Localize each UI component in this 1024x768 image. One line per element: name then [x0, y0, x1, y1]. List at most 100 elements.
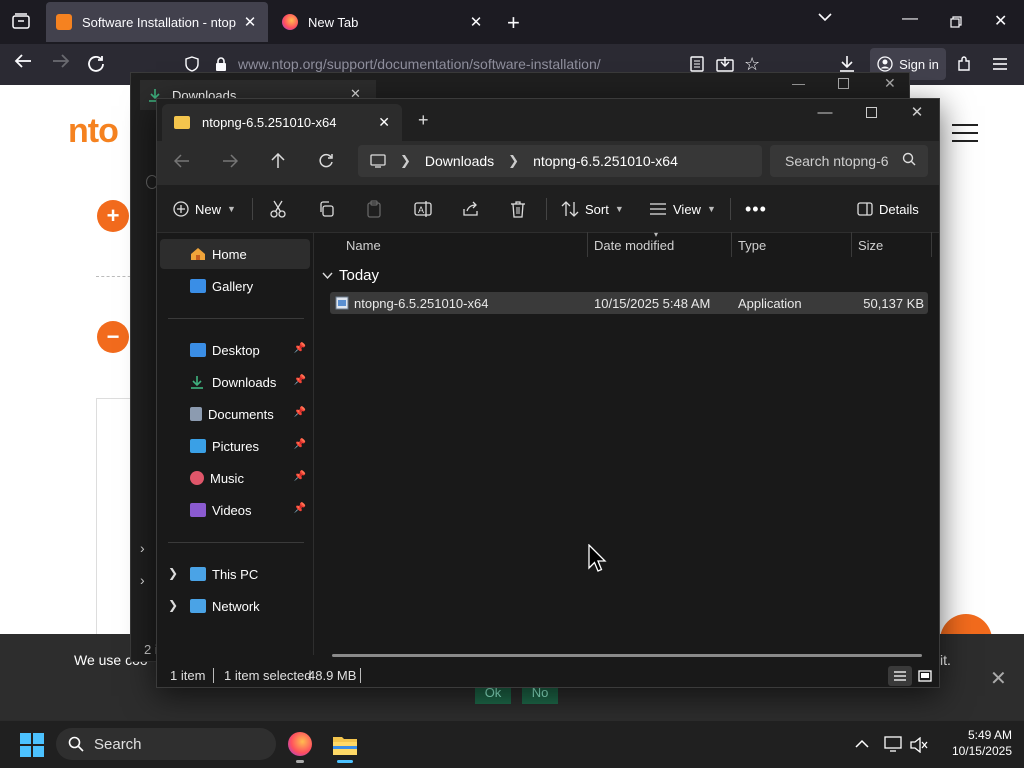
show-hidden-icons-chevron-icon[interactable] — [855, 739, 869, 748]
windows-start-icon[interactable] — [20, 733, 44, 757]
save-to-pocket-icon[interactable] — [716, 56, 734, 72]
nav-item-desktop[interactable]: Desktop 📌 — [160, 335, 310, 365]
cookie-close-icon[interactable]: ✕ — [990, 666, 1007, 691]
explorer-maximize-icon[interactable] — [848, 100, 894, 124]
volume-muted-icon[interactable] — [910, 737, 928, 753]
close-window-icon[interactable]: ✕ — [994, 11, 1007, 31]
bg-minimize-icon[interactable]: — — [792, 76, 805, 91]
list-all-tabs-chevron-icon[interactable] — [818, 12, 832, 22]
column-divider[interactable] — [587, 232, 588, 257]
taskbar-search-input[interactable]: Search — [56, 728, 276, 760]
nav-item-gallery[interactable]: Gallery — [160, 271, 310, 301]
status-separator — [360, 668, 361, 683]
shield-icon[interactable] — [184, 56, 200, 72]
app-menu-icon[interactable] — [992, 58, 1008, 70]
up-arrow-icon[interactable] — [264, 150, 292, 172]
explorer-minimize-icon[interactable]: — — [802, 100, 848, 124]
bg-expand-chevron-icon[interactable]: › — [140, 540, 145, 556]
ntop-logo[interactable]: nto — [68, 112, 119, 151]
lock-icon[interactable] — [214, 56, 228, 72]
cut-button[interactable] — [270, 197, 286, 221]
bg-maximize-icon[interactable] — [838, 78, 849, 89]
breadcrumb-downloads[interactable]: Downloads — [425, 153, 494, 169]
firefox-taskbar-icon[interactable] — [288, 732, 312, 756]
collapse-minus-icon[interactable]: − — [97, 321, 129, 353]
bg-expand-chevron-icon-2[interactable]: › — [140, 572, 145, 588]
expand-chevron-icon[interactable]: ❯ — [168, 598, 178, 612]
share-button[interactable] — [462, 197, 480, 221]
restore-icon[interactable] — [950, 16, 962, 28]
pin-icon[interactable]: 📌 — [294, 439, 306, 450]
pin-icon[interactable]: 📌 — [294, 407, 306, 418]
reload-icon[interactable] — [87, 55, 105, 73]
pin-icon[interactable]: 📌 — [294, 503, 306, 514]
breadcrumb[interactable]: ❯ Downloads ❯ ntopng-6.5.251010-x64 — [358, 145, 762, 177]
breadcrumb-chevron-icon[interactable]: ❯ — [508, 153, 519, 169]
tab-overview-icon[interactable] — [12, 13, 30, 29]
explorer-tab[interactable]: ntopng-6.5.251010-x64 ✕ — [162, 104, 402, 141]
back-arrow-icon[interactable] — [168, 150, 196, 172]
forward-arrow-icon[interactable] — [216, 150, 244, 172]
taskbar-clock[interactable]: 5:49 AM 10/15/2025 — [936, 727, 1012, 759]
new-button[interactable]: New ▼ — [173, 197, 236, 221]
paste-button[interactable] — [366, 197, 382, 221]
sort-button[interactable]: Sort ▼ — [561, 197, 624, 221]
group-header-today[interactable]: Today — [322, 267, 379, 284]
file-explorer-taskbar-icon[interactable] — [332, 734, 358, 756]
column-header-date[interactable]: Date modified — [594, 238, 674, 253]
forward-arrow-icon[interactable] — [52, 53, 70, 69]
column-divider[interactable] — [851, 232, 852, 257]
extensions-icon[interactable] — [956, 56, 972, 72]
network-tray-icon[interactable] — [884, 736, 902, 752]
details-view-button[interactable] — [888, 666, 912, 686]
nav-item-downloads[interactable]: Downloads 📌 — [160, 367, 310, 397]
file-name[interactable]: ntopng-6.5.251010-x64 — [354, 296, 488, 311]
expand-chevron-icon[interactable]: ❯ — [168, 566, 178, 580]
search-input[interactable]: Search ntopng-6 — [770, 145, 928, 177]
close-tab-icon[interactable]: ✕ — [242, 13, 258, 31]
cmd-separator — [546, 198, 547, 220]
nav-item-videos[interactable]: Videos 📌 — [160, 495, 310, 525]
expand-plus-icon[interactable]: + — [97, 200, 129, 232]
close-tab-icon[interactable]: ✕ — [378, 114, 390, 131]
nav-item-home[interactable]: Home — [160, 239, 310, 269]
column-divider[interactable] — [731, 232, 732, 257]
site-menu-icon[interactable] — [952, 124, 978, 144]
breadcrumb-current-folder[interactable]: ntopng-6.5.251010-x64 — [533, 153, 678, 169]
reader-view-icon[interactable] — [690, 56, 704, 72]
refresh-icon[interactable] — [312, 150, 340, 172]
bg-close-icon[interactable]: ✕ — [884, 75, 896, 92]
nav-item-network[interactable]: ❯ Network — [160, 591, 310, 621]
explorer-close-icon[interactable]: ✕ — [894, 100, 940, 124]
column-header-name[interactable]: Name — [346, 238, 381, 253]
downloads-icon[interactable] — [838, 55, 856, 73]
nav-item-documents[interactable]: Documents 📌 — [160, 399, 310, 429]
details-pane-button[interactable]: Details — [857, 197, 919, 221]
browser-tab-new-tab[interactable]: New Tab ✕ — [272, 0, 494, 44]
more-options-icon[interactable]: ••• — [745, 197, 767, 221]
pin-icon[interactable]: 📌 — [294, 471, 306, 482]
copy-button[interactable] — [318, 197, 334, 221]
nav-item-music[interactable]: Music 📌 — [160, 463, 310, 493]
rename-button[interactable]: A — [414, 197, 432, 221]
delete-button[interactable] — [510, 197, 526, 221]
back-arrow-icon[interactable] — [14, 53, 32, 69]
view-button[interactable]: View ▼ — [649, 197, 716, 221]
nav-item-pictures[interactable]: Pictures 📌 — [160, 431, 310, 461]
pin-icon[interactable]: 📌 — [294, 343, 306, 354]
pin-icon[interactable]: 📌 — [294, 375, 306, 386]
nav-item-this-pc[interactable]: ❯ This PC — [160, 559, 310, 589]
minimize-icon[interactable]: — — [902, 10, 918, 28]
column-header-size[interactable]: Size — [858, 238, 883, 253]
breadcrumb-chevron-icon[interactable]: ❯ — [400, 153, 411, 169]
column-header-type[interactable]: Type — [738, 238, 766, 253]
computer-icon[interactable] — [370, 154, 386, 168]
column-divider[interactable] — [931, 232, 932, 257]
rename-icon: A — [414, 201, 432, 217]
browser-tab-software-installation[interactable]: Software Installation - ntop ✕ — [46, 2, 268, 42]
new-tab-plus-icon[interactable]: + — [418, 110, 429, 131]
tiles-view-button[interactable] — [915, 666, 935, 686]
close-tab-icon[interactable]: ✕ — [468, 13, 484, 31]
new-tab-plus-icon[interactable]: + — [507, 10, 520, 36]
horizontal-scrollbar[interactable] — [332, 654, 922, 657]
